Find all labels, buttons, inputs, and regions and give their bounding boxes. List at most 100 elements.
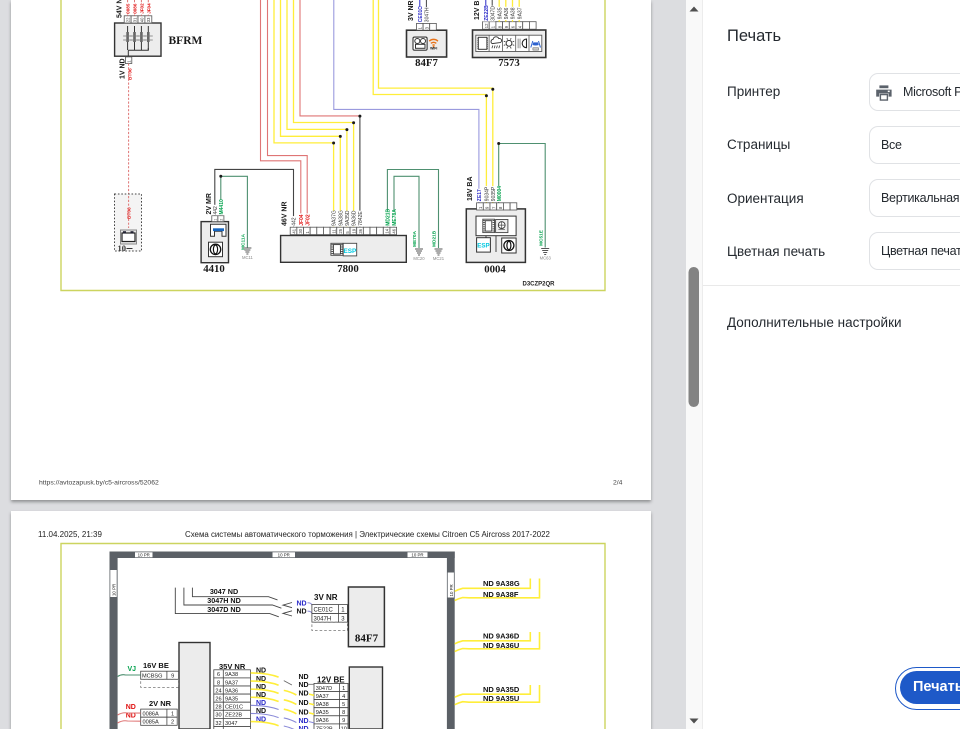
svg-text:9A36: 9A36 — [504, 7, 510, 19]
svg-text:41: 41 — [292, 228, 297, 233]
svg-text:MCBSG: MCBSG — [142, 674, 163, 680]
svg-text:10 PR: 10 PR — [111, 584, 116, 596]
svg-text:25: 25 — [338, 228, 343, 233]
svg-text:ND: ND — [299, 700, 309, 707]
svg-text:ME78A: ME78A — [392, 209, 398, 226]
svg-text:BT06: BT06 — [128, 68, 134, 80]
svg-text:9A35: 9A35 — [497, 7, 503, 19]
svg-text:ND: ND — [299, 718, 309, 725]
svg-text:JF02: JF02 — [140, 3, 145, 14]
svg-text:ND: ND — [299, 709, 309, 716]
svg-text:9034P: 9034P — [485, 186, 491, 201]
svg-text:0086A: 0086A — [143, 712, 159, 718]
svg-text:ND 9A35D: ND 9A35D — [483, 685, 520, 694]
svg-text:ZE22B: ZE22B — [225, 713, 242, 719]
svg-text:VJ: VJ — [128, 666, 137, 673]
svg-text:9A38: 9A38 — [511, 7, 517, 19]
svg-text:26: 26 — [215, 697, 221, 703]
svg-text:9A35: 9A35 — [225, 697, 238, 703]
svg-text:8: 8 — [342, 710, 345, 716]
svg-text:ZE17: ZE17 — [477, 189, 483, 201]
svg-text:11: 11 — [332, 229, 337, 234]
svg-text:3V NR: 3V NR — [314, 593, 338, 602]
svg-text:D3CZP2QR: D3CZP2QR — [523, 282, 556, 288]
svg-text:10 PR: 10 PR — [411, 553, 423, 558]
svg-text:ESP: ESP — [477, 243, 489, 250]
svg-text:JF02: JF02 — [305, 214, 311, 226]
svg-text:19: 19 — [351, 228, 356, 233]
svg-text:CE01C: CE01C — [418, 6, 424, 23]
svg-text:BFRM: BFRM — [169, 35, 203, 47]
svg-text:3V NR: 3V NR — [408, 0, 415, 21]
svg-text:2: 2 — [171, 720, 174, 726]
svg-text:ESP: ESP — [344, 248, 358, 255]
svg-text:ND: ND — [297, 609, 307, 616]
svg-text:BT06: BT06 — [126, 207, 132, 219]
svg-text:ND 9A36D: ND 9A36D — [483, 632, 520, 641]
svg-text:3047: 3047 — [225, 721, 237, 727]
svg-text:JF04: JF04 — [299, 214, 305, 226]
svg-text:Схема системы автоматического: Схема системы автоматического торможения… — [185, 530, 550, 539]
svg-text:6: 6 — [217, 672, 220, 678]
svg-text:32: 32 — [215, 721, 221, 727]
svg-text:0086: 0086 — [133, 3, 138, 14]
svg-text:0085A: 0085A — [143, 720, 159, 726]
svg-text:ZE22B: ZE22B — [484, 5, 490, 21]
svg-text:3047 ND: 3047 ND — [210, 587, 238, 596]
svg-text:MD21B: MD21B — [386, 208, 392, 225]
svg-text:14: 14 — [385, 228, 390, 233]
svg-text:1V ND: 1V ND — [120, 58, 127, 79]
svg-text:9A35D: 9A35D — [345, 210, 351, 226]
svg-text:7800: 7800 — [337, 263, 359, 275]
svg-text:30: 30 — [215, 713, 221, 719]
svg-text:4410: 4410 — [203, 263, 225, 275]
svg-text:0085: 0085 — [126, 3, 131, 14]
svg-text:2: 2 — [220, 219, 224, 221]
svg-text:ND: ND — [297, 600, 307, 607]
svg-text:MC11: MC11 — [242, 255, 254, 260]
svg-text:84F7: 84F7 — [355, 633, 379, 645]
svg-text:24: 24 — [215, 688, 221, 694]
svg-text:M4410: M4410 — [219, 199, 225, 215]
svg-text:18V BA: 18V BA — [467, 176, 474, 201]
svg-text:9A37G: 9A37G — [332, 210, 338, 226]
svg-text:46: 46 — [391, 228, 396, 233]
svg-text:9A38: 9A38 — [225, 672, 238, 678]
svg-text:MC11A: MC11A — [241, 233, 247, 250]
svg-text:3047H: 3047H — [314, 616, 332, 622]
svg-text:28: 28 — [215, 705, 221, 711]
svg-text:22: 22 — [126, 17, 131, 22]
svg-text:ME70A: ME70A — [412, 230, 418, 247]
svg-text:ND: ND — [299, 691, 309, 698]
svg-text:40: 40 — [139, 17, 144, 22]
svg-text:8: 8 — [217, 680, 220, 686]
svg-text:11.04.2025, 21:39: 11.04.2025, 21:39 — [38, 530, 102, 539]
svg-text:10: 10 — [118, 243, 127, 253]
svg-text:12V BE: 12V BE — [474, 0, 481, 20]
svg-text:10 PR: 10 PR — [449, 584, 454, 596]
svg-text:MC51E: MC51E — [538, 229, 544, 246]
svg-text:7573: 7573 — [498, 57, 520, 69]
svg-text:MC20: MC20 — [413, 256, 425, 261]
svg-text:9A38G: 9A38G — [338, 210, 344, 226]
svg-text:MC21: MC21 — [433, 256, 445, 261]
svg-text:WIFI: WIFI — [430, 47, 437, 51]
svg-text:4: 4 — [517, 25, 522, 28]
svg-text:5: 5 — [342, 702, 345, 708]
svg-text:9: 9 — [171, 674, 174, 680]
svg-text:ND 9A38G: ND 9A38G — [483, 579, 520, 588]
svg-text:10 PR: 10 PR — [138, 553, 150, 558]
svg-text:36: 36 — [358, 228, 363, 233]
svg-text:ND: ND — [299, 674, 309, 681]
svg-text:9: 9 — [342, 718, 345, 724]
svg-text:54V N: 54V N — [117, 0, 124, 18]
svg-text:2/4: 2/4 — [613, 480, 623, 487]
svg-text:9A36: 9A36 — [316, 718, 329, 724]
svg-text:33: 33 — [146, 17, 151, 22]
svg-text:https://avtozapusk.by/c5-aircr: https://avtozapusk.by/c5-aircross/52062 — [39, 480, 159, 487]
svg-text:CE01C: CE01C — [225, 705, 243, 711]
svg-text:3047D ND: 3047D ND — [207, 605, 241, 614]
svg-text:84F7: 84F7 — [415, 57, 438, 69]
svg-text:3047H: 3047H — [425, 7, 431, 22]
svg-text:JF04: JF04 — [146, 3, 151, 14]
